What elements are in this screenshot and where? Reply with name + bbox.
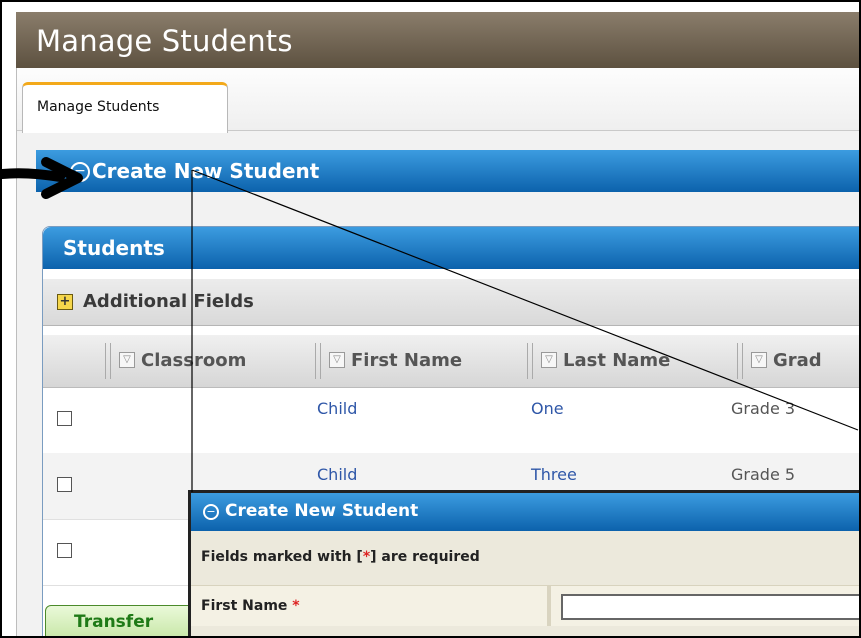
filter-icon[interactable]: ▽ (119, 352, 135, 368)
transfer-button-label[interactable]: Transfer (74, 612, 153, 632)
first-name-cell[interactable]: Child (317, 465, 357, 484)
column-header-last-name[interactable]: ▽ Last Name (527, 343, 737, 379)
collapse-circle-icon[interactable]: − (70, 162, 90, 182)
column-header-grade[interactable]: ▽ Grad (737, 343, 859, 379)
zoom-header[interactable]: − Create New Student (191, 493, 859, 531)
column-header-classroom[interactable]: ▽ Classroom (105, 343, 315, 379)
column-label[interactable]: Grad (773, 350, 822, 371)
additional-fields-bar[interactable]: + Additional Fields (43, 279, 859, 326)
students-title: Students (63, 236, 165, 260)
tab-label: Manage Students (37, 99, 160, 115)
column-label[interactable]: Classroom (141, 350, 246, 371)
column-label[interactable]: Last Name (563, 350, 670, 371)
tab-manage-students[interactable]: Manage Students (22, 82, 228, 133)
column-separator[interactable] (105, 343, 111, 379)
first-name-input[interactable] (561, 594, 859, 620)
checkbox-icon[interactable] (57, 411, 72, 426)
collapse-circle-icon[interactable]: − (203, 504, 219, 520)
first-name-row: First Name * (191, 585, 859, 626)
field-separator (547, 586, 551, 626)
screenshot-frame: Manage Students Manage Students − Create… (0, 0, 861, 638)
column-label[interactable]: First Name (351, 350, 462, 371)
first-name-label: First Name * (201, 598, 300, 614)
column-separator[interactable] (527, 343, 533, 379)
students-header: Students (43, 227, 859, 269)
additional-fields-label[interactable]: Additional Fields (83, 291, 254, 312)
transfer-button[interactable]: Transfer (45, 605, 197, 636)
checkbox-icon[interactable] (57, 477, 72, 492)
column-separator[interactable] (737, 343, 743, 379)
tab-bar: Manage Students (17, 68, 859, 133)
filter-icon[interactable]: ▽ (329, 352, 345, 368)
column-header-first-name[interactable]: ▽ First Name (315, 343, 525, 379)
filter-icon[interactable]: ▽ (541, 352, 557, 368)
last-name-cell[interactable]: Three (531, 465, 577, 484)
grade-cell: Grade 5 (731, 465, 796, 484)
zoom-title[interactable]: Create New Student (225, 501, 418, 521)
table-row: Child One Grade 3 (43, 387, 859, 454)
column-header-row: ▽ Classroom ▽ First Name ▽ Last Name ▽ G… (43, 335, 859, 388)
create-new-student-bar[interactable]: − Create New Student (36, 150, 859, 192)
first-name-required-star: * (292, 598, 300, 614)
app-header: Manage Students (16, 12, 859, 68)
first-name-cell[interactable]: Child (317, 399, 357, 418)
required-note: Fields marked with [*] are required (201, 549, 480, 565)
required-prefix: Fields marked with [ (201, 549, 363, 565)
zoomed-create-student-panel: − Create New Student Fields marked with … (188, 490, 859, 636)
last-name-cell[interactable]: One (531, 399, 564, 418)
checkbox-icon[interactable] (57, 543, 72, 558)
grade-cell: Grade 3 (731, 399, 796, 418)
column-separator[interactable] (315, 343, 321, 379)
required-suffix: ] are required (370, 549, 480, 565)
first-name-label-text: First Name (201, 598, 288, 614)
create-new-student-title[interactable]: Create New Student (92, 159, 319, 183)
filter-icon[interactable]: ▽ (751, 352, 767, 368)
page-title: Manage Students (36, 24, 293, 58)
plus-icon[interactable]: + (57, 294, 73, 310)
